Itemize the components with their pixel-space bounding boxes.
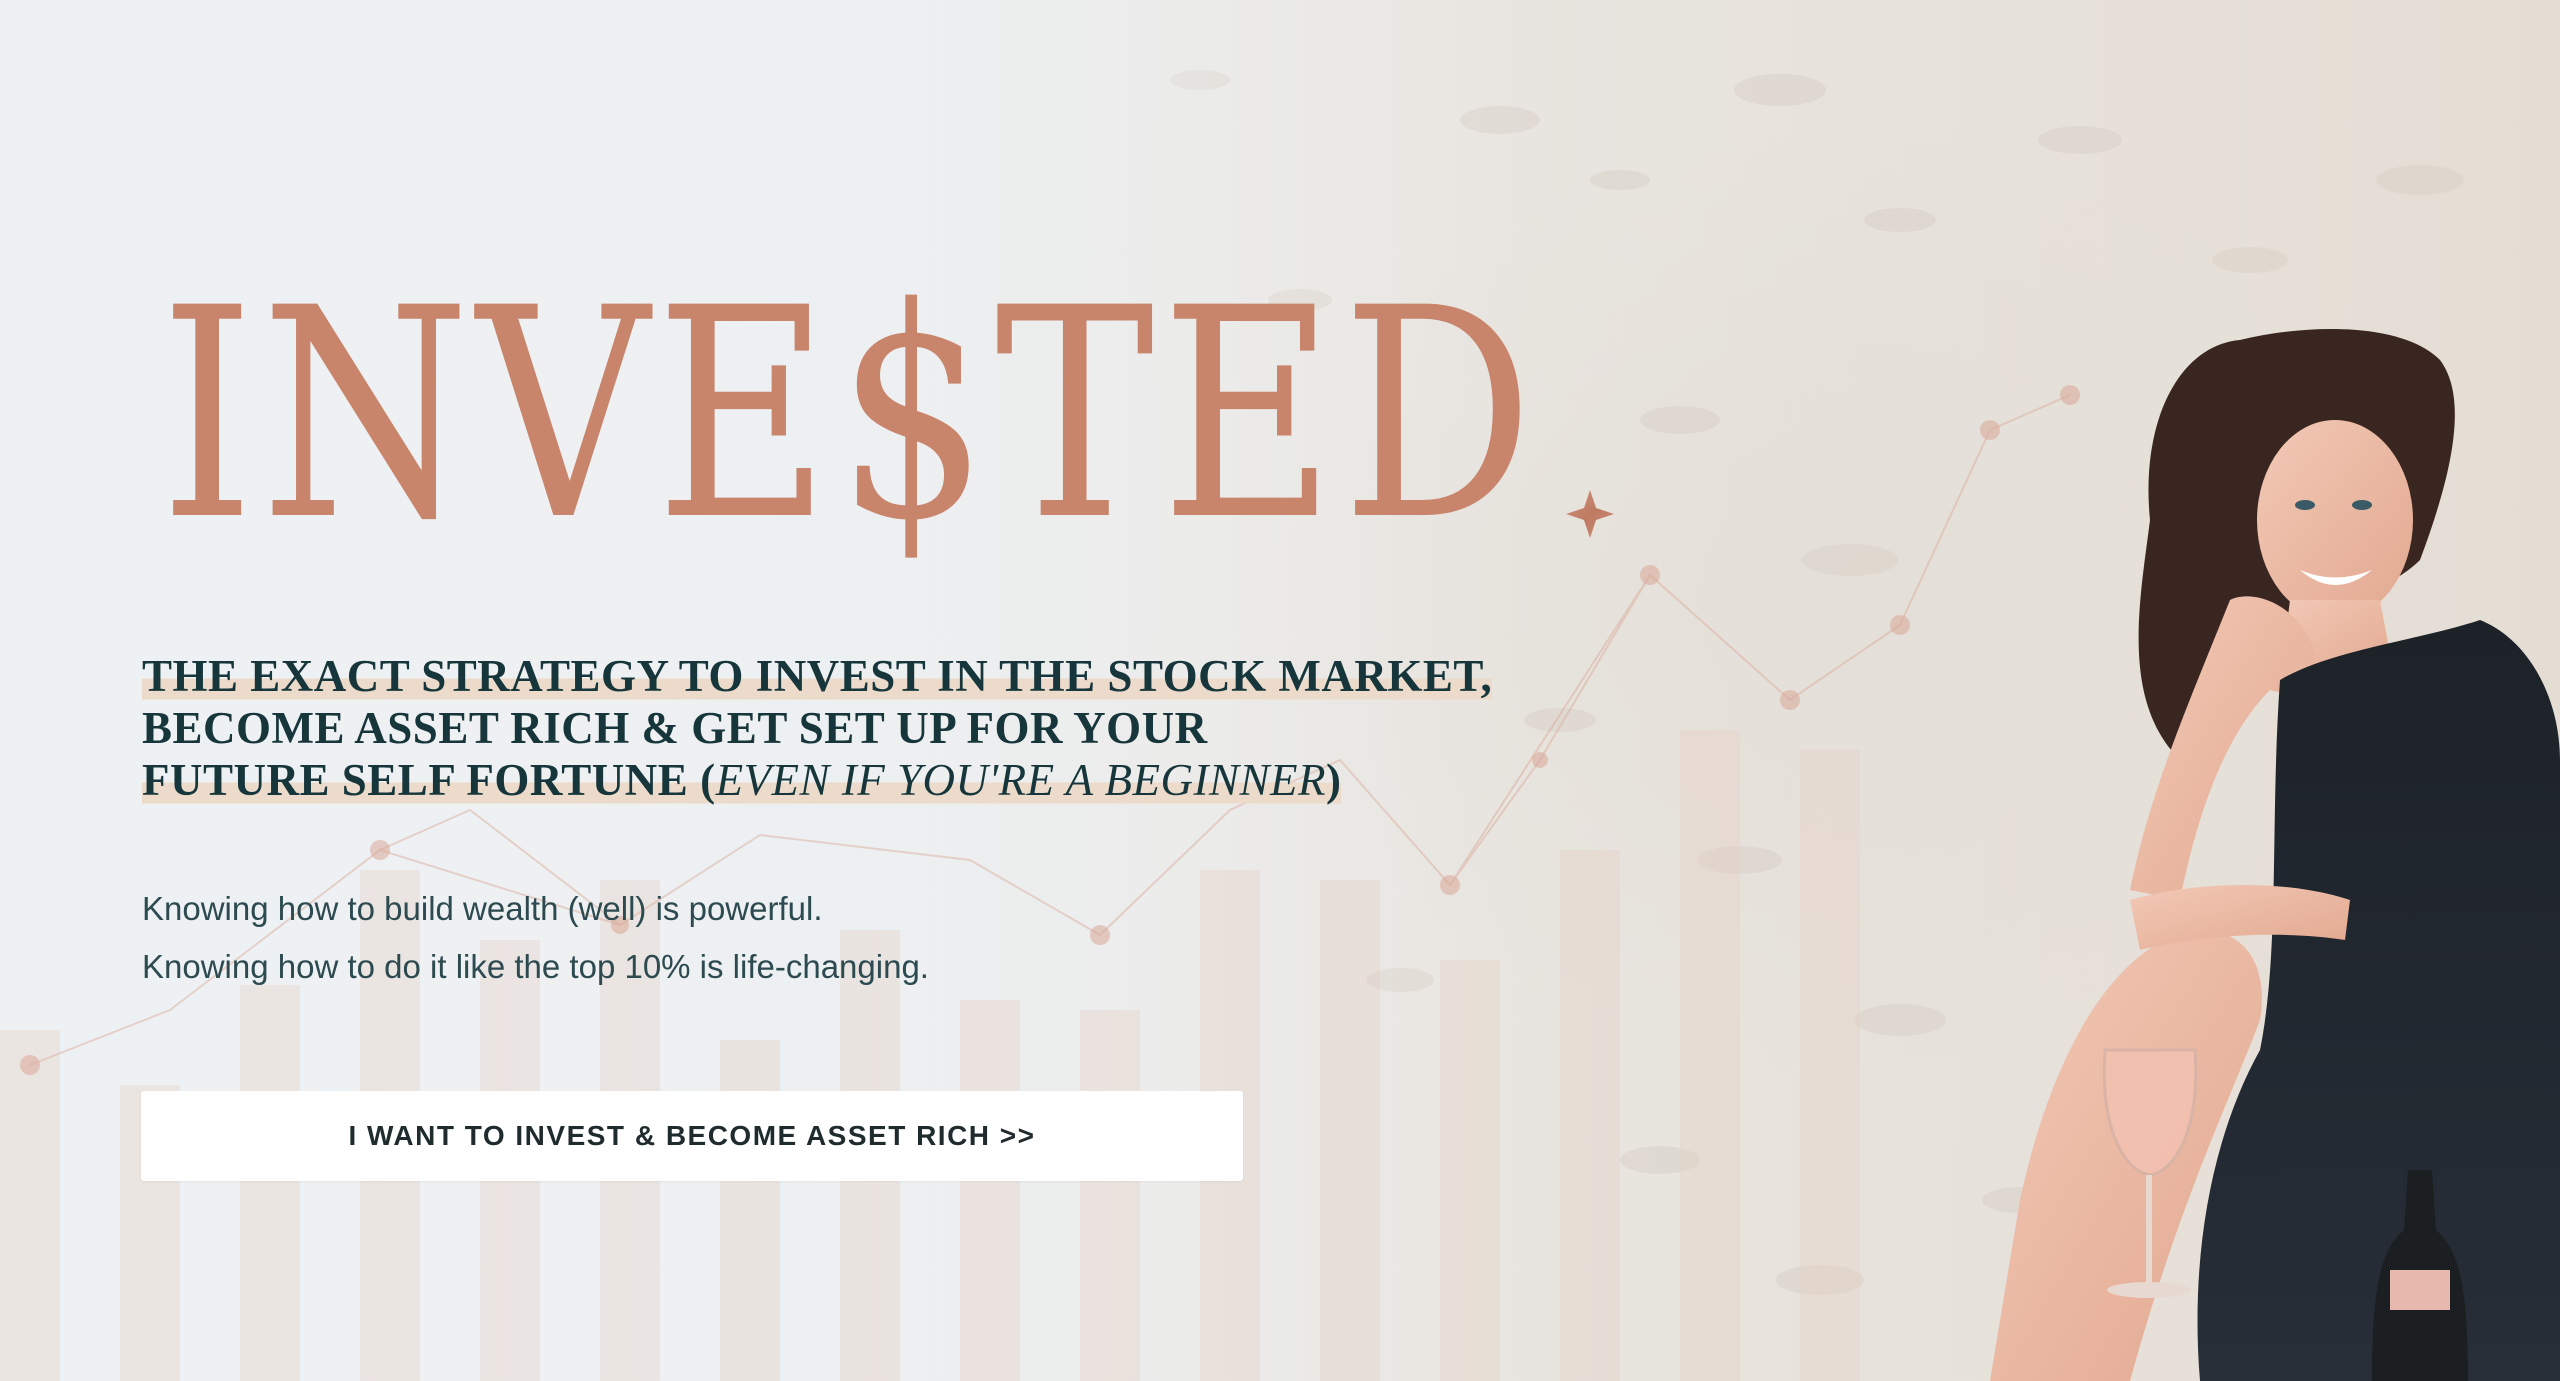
hero-portrait-photo [1990,328,2560,1381]
body-line-2: Knowing how to do it like the top 10% is… [142,948,929,985]
headline-line-3: FUTURE SELF FORTUNE (EVEN IF YOU'RE A BE… [142,754,1342,807]
body-line-1: Knowing how to build wealth (well) is po… [142,890,823,927]
hero-headline: THE EXACT STRATEGY TO INVEST IN THE STOC… [142,650,1602,807]
headline-line-1: THE EXACT STRATEGY TO INVEST IN THE STOC… [142,650,1493,703]
logo-sparkle-icon [1566,490,1614,538]
invest-cta-button[interactable]: I WANT TO INVEST & BECOME ASSET RICH >> [141,1091,1243,1181]
headline-line-3-prefix: FUTURE SELF FORTUNE ( [142,755,716,806]
headline-line-3-suffix: ) [1325,755,1342,806]
hero-section: INVE$TED THE EXACT STRATEGY TO INVEST IN… [0,0,2560,1381]
logo-wordmark: INVE$TED [160,250,1540,580]
hero-body-copy: Knowing how to build wealth (well) is po… [142,880,929,996]
invested-logo: INVE$TED [160,250,1614,580]
headline-line-3-italic: EVEN IF YOU'RE A BEGINNER [715,755,1326,806]
headline-line-2: BECOME ASSET RICH & GET SET UP FOR YOUR [142,703,1208,754]
